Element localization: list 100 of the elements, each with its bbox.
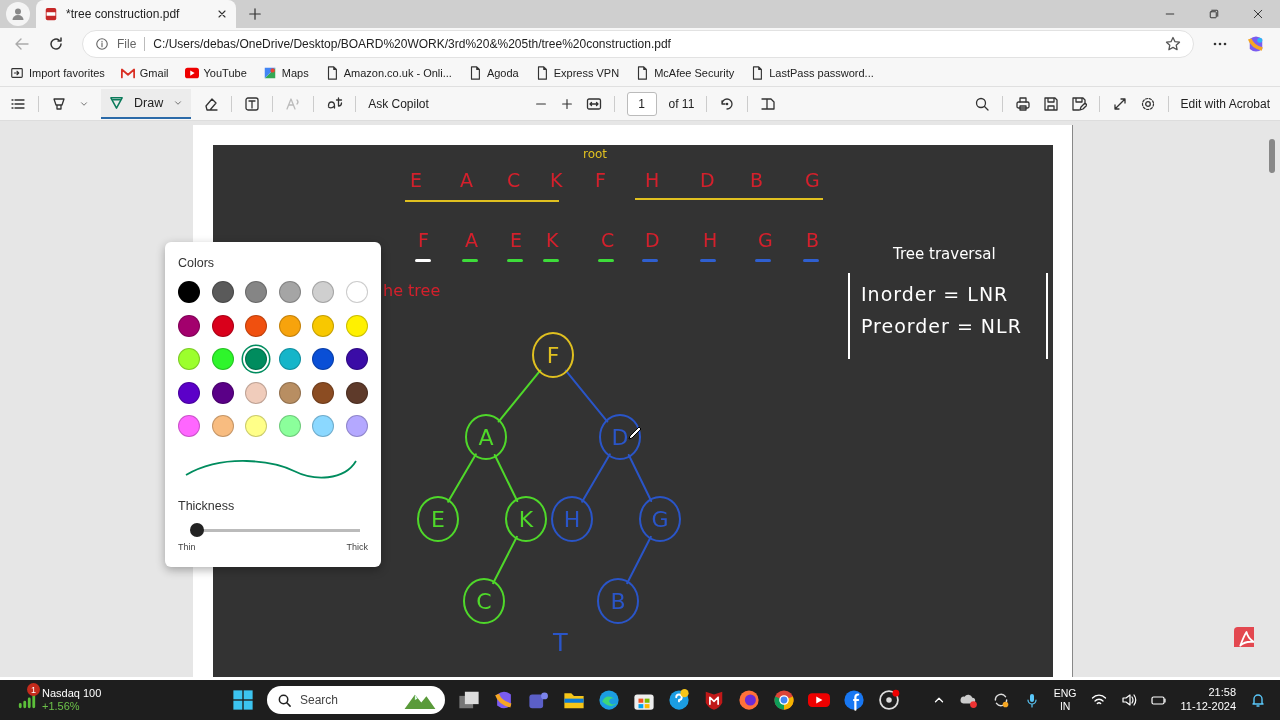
bookmark-link[interactable]: McAfee Security	[635, 66, 735, 80]
stock-widget[interactable]: 1 Nasdaq 100 +1.56%	[0, 680, 200, 720]
clock[interactable]: 21:58 11-12-2024	[1180, 686, 1236, 714]
taskbar-search[interactable]: Search	[267, 686, 445, 714]
start-icon[interactable]	[232, 689, 254, 711]
color-swatch[interactable]	[345, 348, 368, 370]
slider-label: Thin	[178, 542, 196, 552]
color-swatch[interactable]	[278, 415, 301, 437]
handwritten-letter: F	[595, 171, 606, 190]
color-swatch[interactable]	[345, 381, 368, 404]
color-swatch[interactable]	[211, 314, 234, 337]
mail-icon	[120, 66, 135, 80]
bookmark-link[interactable]: YouTube	[184, 66, 247, 80]
close-icon[interactable]	[1252, 8, 1264, 20]
slider-thumb[interactable]	[190, 523, 205, 537]
profile-button[interactable]	[6, 2, 30, 26]
restore-icon[interactable]	[1208, 8, 1220, 20]
color-swatch[interactable]	[345, 415, 368, 437]
bookmark-link[interactable]: Gmail	[120, 66, 169, 80]
fullscreen-icon[interactable]	[1111, 95, 1128, 112]
color-swatch[interactable]	[245, 314, 267, 337]
color-swatch[interactable]	[312, 415, 334, 437]
save-as-icon[interactable]	[1070, 95, 1087, 112]
page-icon	[635, 66, 650, 80]
color-swatch[interactable]	[278, 314, 301, 337]
color-swatch[interactable]	[278, 381, 301, 404]
bookmark-link[interactable]: Import favorites	[10, 66, 105, 80]
shield-icon[interactable]	[703, 689, 725, 711]
draw-button[interactable]: Draw	[101, 88, 192, 119]
star-icon[interactable]	[1165, 36, 1181, 52]
color-swatch[interactable]	[211, 348, 234, 370]
settings-icon[interactable]	[1139, 95, 1156, 112]
browser-tab[interactable]: *tree construction.pdf	[36, 0, 236, 28]
color-swatch[interactable]	[245, 415, 267, 437]
color-swatch[interactable]	[278, 348, 301, 370]
record-app-icon[interactable]	[878, 689, 900, 711]
rotate-icon[interactable]	[719, 95, 736, 112]
edit-with-acrobat-button[interactable]: Edit with Acrobat	[1180, 96, 1270, 111]
color-swatch[interactable]	[345, 314, 368, 337]
people-icon[interactable]	[528, 689, 550, 711]
language-indicator[interactable]: ENG IN	[1053, 686, 1077, 714]
bell-icon[interactable]	[1250, 692, 1266, 708]
color-swatch[interactable]	[178, 314, 200, 337]
translate-icon[interactable]	[326, 95, 344, 112]
color-swatch[interactable]	[211, 281, 234, 303]
handwritten-rule: Preorder = NLR	[861, 315, 1022, 337]
color-swatch[interactable]	[278, 281, 301, 303]
fox-browser-icon[interactable]	[738, 689, 760, 711]
tree-node: D	[599, 414, 641, 460]
color-swatch[interactable]	[178, 381, 200, 404]
swirl-icon[interactable]	[1246, 34, 1266, 54]
tree-node: E	[417, 496, 459, 542]
print-icon[interactable]	[1014, 95, 1031, 112]
bookmark-link[interactable]: Maps	[262, 66, 309, 80]
new-tab-icon[interactable]	[248, 7, 262, 21]
zoom-in-icon[interactable]	[559, 96, 574, 111]
help-icon[interactable]	[668, 689, 690, 711]
address-bar[interactable]: File C:/Users/debas/OneDrive/Desktop/BOARD%20WORK/3rd%20&%205th/tree%20construction.pdf	[82, 30, 1194, 58]
fit-width-icon[interactable]	[585, 95, 602, 112]
scrollbar-thumb[interactable]	[1269, 139, 1275, 173]
info-icon[interactable]	[95, 37, 109, 51]
color-swatch[interactable]	[245, 348, 267, 370]
color-swatch[interactable]	[312, 281, 334, 303]
acrobat-icon[interactable]	[1234, 627, 1254, 647]
bookmark-link[interactable]: LastPass password...	[750, 66, 874, 80]
browser-icon[interactable]	[598, 689, 620, 711]
save-icon[interactable]	[1042, 95, 1059, 112]
handwritten-letter: T	[553, 629, 568, 657]
bookmark-link[interactable]: Express VPN	[534, 66, 620, 80]
search-icon[interactable]	[973, 95, 990, 112]
color-swatch[interactable]	[245, 281, 267, 303]
tree-edge	[564, 369, 609, 423]
color-swatch[interactable]	[178, 415, 200, 437]
handwritten-heading: Tree traversal	[893, 245, 996, 263]
color-swatch[interactable]	[211, 415, 234, 437]
color-swatch[interactable]	[211, 381, 234, 404]
refresh-icon[interactable]	[48, 36, 64, 52]
bookmark-link[interactable]: Agoda	[467, 66, 519, 80]
windows-stack-icon[interactable]	[458, 689, 480, 711]
pen-icon	[109, 95, 124, 110]
color-swatch[interactable]	[178, 281, 200, 303]
volume-icon[interactable]	[1120, 692, 1137, 708]
tree-node: F	[532, 332, 574, 378]
social-f-icon[interactable]	[843, 689, 865, 711]
color-swatch[interactable]	[312, 348, 334, 370]
bookmark-link[interactable]: Amazon.co.uk - Onli...	[324, 66, 452, 80]
handwritten-letter: G	[805, 171, 820, 190]
tree-edge	[626, 535, 652, 585]
highlighter-icon[interactable]	[51, 95, 67, 112]
color-swatch[interactable]	[345, 281, 368, 303]
color-swatch[interactable]	[312, 381, 334, 404]
page-view-icon[interactable]	[760, 95, 777, 112]
page-number-field[interactable]: 1	[626, 91, 657, 116]
color-swatch[interactable]	[312, 314, 334, 337]
chrome-icon[interactable]	[773, 689, 795, 711]
color-swatch[interactable]	[245, 381, 267, 404]
ask-copilot-button[interactable]: Ask Copilot	[368, 96, 429, 111]
close-icon[interactable]	[216, 8, 228, 20]
text-box-icon[interactable]	[244, 95, 261, 112]
color-swatch[interactable]	[178, 348, 200, 370]
